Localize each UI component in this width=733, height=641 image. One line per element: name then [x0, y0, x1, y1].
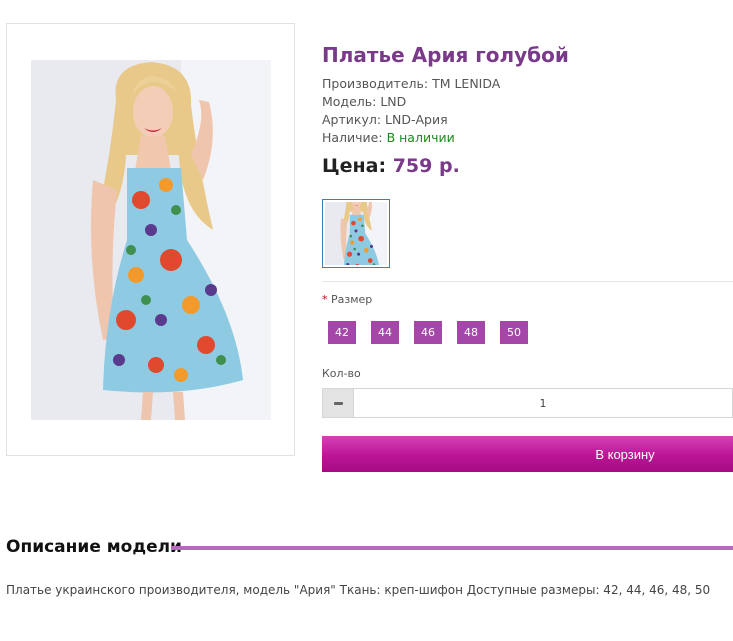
sku-row: Артикул: LND-Ария [322, 112, 448, 127]
availability-status: В наличии [386, 130, 455, 145]
quantity-decrease-button[interactable] [322, 388, 354, 418]
product-thumbnail[interactable] [322, 199, 390, 268]
product-photo[interactable] [31, 60, 271, 420]
minus-icon [333, 401, 343, 405]
sku-label: Артикул: [322, 112, 382, 127]
model-value: LND [380, 94, 407, 109]
manufacturer-row: Производитель: TM LENIDA [322, 76, 500, 91]
availability-row: Наличие: В наличии [322, 130, 455, 145]
description-text: Платье украинского производителя, модель… [6, 583, 711, 597]
size-button-44[interactable]: 44 [371, 321, 399, 344]
thumbnail-image [325, 202, 387, 265]
model-row: Модель: LND [322, 94, 406, 109]
price-label: Цена: [322, 155, 387, 177]
model-label: Модель: [322, 94, 377, 109]
options-divider [322, 281, 733, 282]
quantity-stepper [322, 388, 733, 418]
dress-photo-image [31, 60, 271, 420]
size-button-48[interactable]: 48 [457, 321, 485, 344]
size-option-label: * Размер [322, 293, 372, 306]
sku-value: LND-Ария [385, 112, 448, 127]
manufacturer-value[interactable]: TM LENIDA [432, 76, 500, 91]
manufacturer-label: Производитель: [322, 76, 429, 91]
product-image-frame[interactable] [6, 23, 295, 456]
quantity-label: Кол-во [322, 367, 361, 380]
required-marker: * [322, 293, 328, 306]
availability-label: Наличие: [322, 130, 383, 145]
dress-thumbnail-image [325, 202, 387, 265]
description-heading: Описание модели [6, 537, 182, 557]
size-label-text: Размер [331, 293, 373, 306]
product-title: Платье Ария голубой [322, 43, 569, 67]
size-button-42[interactable]: 42 [328, 321, 356, 344]
quantity-input[interactable] [354, 388, 733, 418]
size-options: 42 44 46 48 50 [328, 321, 528, 344]
description-divider [171, 546, 733, 550]
price-value: 759 р. [392, 155, 460, 177]
size-button-50[interactable]: 50 [500, 321, 528, 344]
add-to-cart-button[interactable]: В корзину [322, 436, 733, 472]
price: Цена: 759 р. [322, 155, 460, 177]
size-button-46[interactable]: 46 [414, 321, 442, 344]
